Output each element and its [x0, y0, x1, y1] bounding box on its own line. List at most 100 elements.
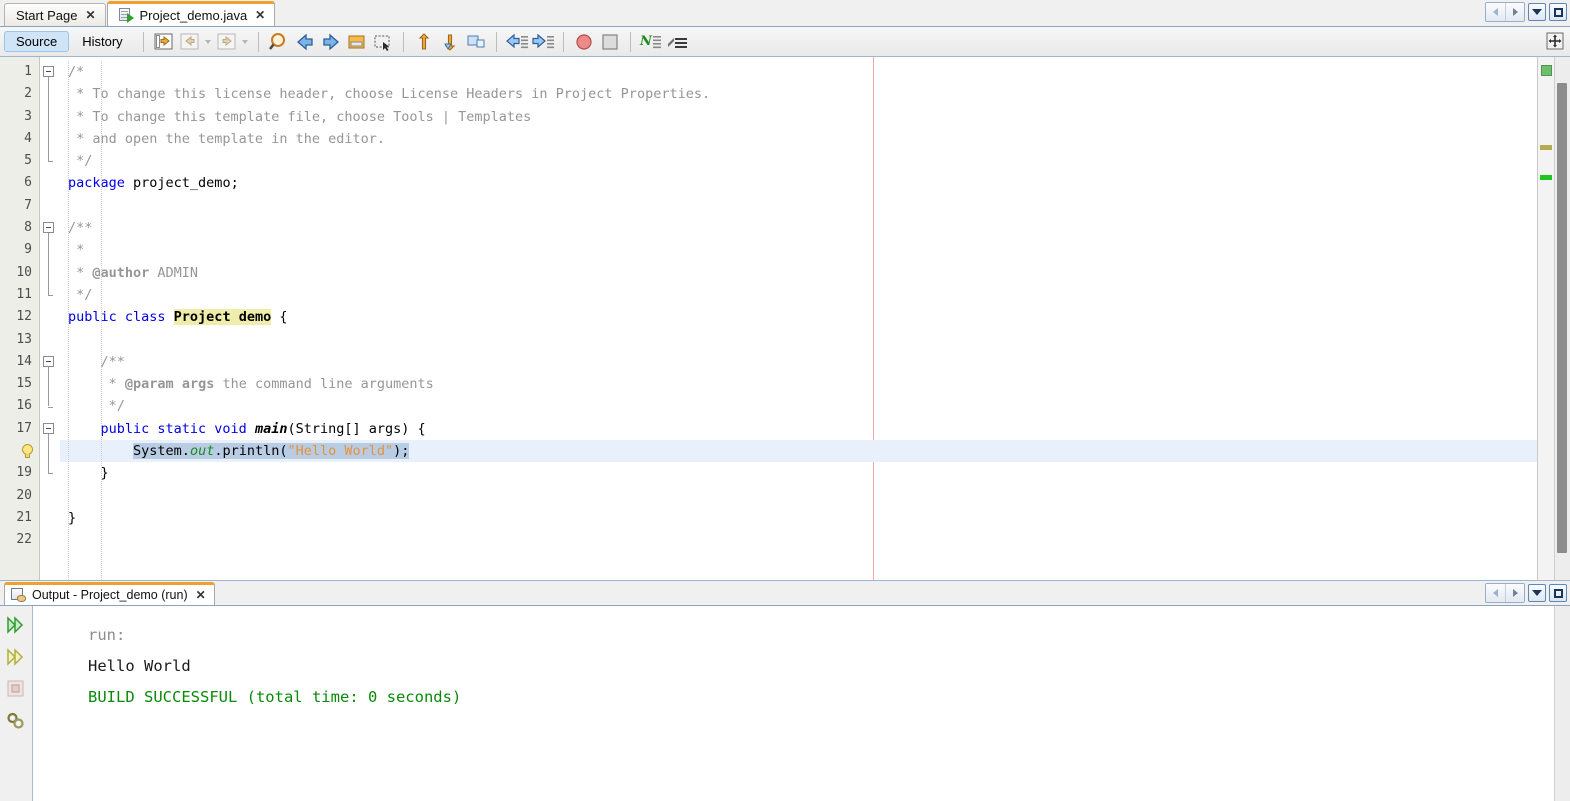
output-tab-label: Output - Project_demo (run) — [32, 588, 188, 602]
code-line[interactable] — [60, 529, 1537, 551]
line-number: 22 — [16, 532, 32, 548]
last-edit-icon[interactable] — [151, 30, 177, 54]
line-number: 11 — [16, 286, 32, 302]
rerun-icon[interactable] — [5, 614, 27, 636]
code-line[interactable]: * To change this license header, choose … — [60, 83, 1537, 105]
back-icon[interactable] — [177, 30, 203, 54]
code-line[interactable]: * and open the template in the editor. — [60, 128, 1537, 150]
forward-dropdown-icon[interactable] — [240, 30, 251, 54]
maximize-icon[interactable] — [1549, 3, 1567, 21]
code-fold-column[interactable] — [40, 57, 60, 580]
toggle-highlight-icon[interactable] — [344, 30, 370, 54]
code-line[interactable]: */ — [60, 150, 1537, 172]
code-text-area[interactable]: /* * To change this license header, choo… — [60, 57, 1537, 580]
close-icon[interactable]: ✕ — [196, 589, 206, 601]
output-settings-icon[interactable] — [5, 710, 27, 732]
code-line[interactable]: * To change this template file, choose T… — [60, 106, 1537, 128]
code-line[interactable]: /** — [60, 351, 1537, 373]
code-line[interactable]: package project_demo; — [60, 172, 1537, 194]
tab-source[interactable]: Source — [4, 31, 70, 52]
code-token: /** — [68, 353, 125, 370]
tab-project-demo-java[interactable]: Project_demo.java ✕ — [106, 1, 276, 26]
back-dropdown-icon[interactable] — [203, 30, 214, 54]
tab-output-project-demo-run[interactable]: Output - Project_demo (run) ✕ — [4, 582, 215, 605]
code-token: the command line arguments — [214, 376, 434, 393]
line-number: 17 — [16, 420, 32, 436]
toggle-bookmark-icon[interactable] — [463, 30, 489, 54]
code-token: package — [68, 175, 125, 192]
code-line[interactable]: } — [60, 462, 1537, 484]
lightbulb-hint-icon[interactable] — [0, 440, 39, 462]
code-line[interactable] — [60, 329, 1537, 351]
chevron-down-icon[interactable] — [1528, 3, 1546, 21]
code-editor[interactable]: 1 2 3 4 5 6 7 8 9 10 11 12 13 14 15 16 17 19 20 21 22 /* * T… — [0, 57, 1570, 581]
code-line[interactable]: */ — [60, 284, 1537, 306]
rerun-alternate-icon[interactable] — [5, 646, 27, 668]
scroll-right-icon[interactable] — [1505, 3, 1524, 21]
toggle-rectangular-selection-icon[interactable] — [370, 30, 396, 54]
maximize-icon[interactable] — [1549, 584, 1567, 602]
code-line[interactable]: */ — [60, 395, 1537, 417]
line-number: 8 — [24, 220, 32, 236]
code-line[interactable]: * @param args the command line arguments — [60, 373, 1537, 395]
close-icon[interactable]: ✕ — [85, 9, 95, 21]
tab-start-page[interactable]: Start Page ✕ — [4, 3, 106, 26]
code-line[interactable]: } — [60, 507, 1537, 529]
chevron-down-icon[interactable] — [1528, 584, 1546, 602]
toolbar-separator — [562, 31, 564, 52]
fold-toggle-icon[interactable] — [43, 422, 54, 434]
editor-vertical-scrollbar[interactable] — [1554, 57, 1570, 580]
comment-icon[interactable] — [664, 30, 690, 54]
code-line[interactable]: public class Project demo { — [60, 306, 1537, 328]
annotation-mark[interactable] — [1540, 175, 1552, 180]
code-line[interactable]: /* — [60, 61, 1537, 83]
indent-guide — [101, 61, 103, 580]
stop-icon[interactable] — [597, 30, 623, 54]
find-next-icon[interactable] — [318, 30, 344, 54]
find-previous-icon[interactable] — [292, 30, 318, 54]
tab-history-label: History — [82, 34, 123, 49]
code-token: * — [68, 264, 93, 281]
output-tab-bar: Output - Project_demo (run) ✕ — [0, 581, 1570, 606]
line-number: 14 — [16, 353, 32, 369]
previous-bookmark-icon[interactable] — [411, 30, 437, 54]
scroll-left-icon[interactable] — [1486, 584, 1505, 602]
scrollbar-thumb[interactable] — [1557, 83, 1567, 553]
split-document-icon[interactable] — [1545, 31, 1565, 51]
fold-toggle-icon[interactable] — [43, 222, 54, 234]
fold-range-line — [48, 433, 49, 474]
output-text[interactable]: run: Hello World BUILD SUCCESSFUL (total t… — [33, 606, 1554, 801]
code-line[interactable]: public static void main(String[] args) { — [60, 418, 1537, 440]
line-number: 15 — [16, 376, 32, 392]
close-icon[interactable]: ✕ — [255, 9, 265, 21]
scroll-right-icon[interactable] — [1505, 584, 1524, 602]
code-token: System. — [133, 443, 190, 460]
code-line[interactable]: System.out.println("Hello World"); — [60, 440, 1537, 463]
next-bookmark-icon[interactable] — [437, 30, 463, 54]
code-token: /* — [68, 64, 85, 80]
find-selection-icon[interactable] — [266, 30, 292, 54]
code-token: main — [254, 420, 288, 437]
java-file-run-icon — [118, 7, 134, 23]
line-number: 9 — [24, 242, 32, 258]
code-line[interactable] — [60, 195, 1537, 217]
toggle-breakpoint-icon[interactable] — [571, 30, 597, 54]
code-line[interactable]: * — [60, 239, 1537, 261]
fold-toggle-icon[interactable] — [43, 66, 54, 77]
code-line[interactable]: * @author ADMIN — [60, 262, 1537, 284]
code-token: Project demo — [173, 309, 272, 326]
format-icon[interactable]: N — [638, 30, 664, 54]
fold-toggle-icon[interactable] — [43, 355, 54, 367]
error-stripe[interactable] — [1537, 57, 1554, 580]
shift-line-left-icon[interactable] — [504, 30, 530, 54]
code-line[interactable] — [60, 485, 1537, 507]
tab-history[interactable]: History — [71, 31, 133, 52]
annotation-mark[interactable] — [1540, 145, 1552, 150]
toolbar-separator — [142, 31, 144, 52]
shift-line-right-icon[interactable] — [530, 30, 556, 54]
output-vertical-scrollbar[interactable] — [1554, 606, 1570, 801]
line-number: 2 — [24, 86, 32, 102]
forward-icon[interactable] — [214, 30, 240, 54]
code-line[interactable]: /** — [60, 217, 1537, 239]
scroll-left-icon[interactable] — [1486, 3, 1505, 21]
